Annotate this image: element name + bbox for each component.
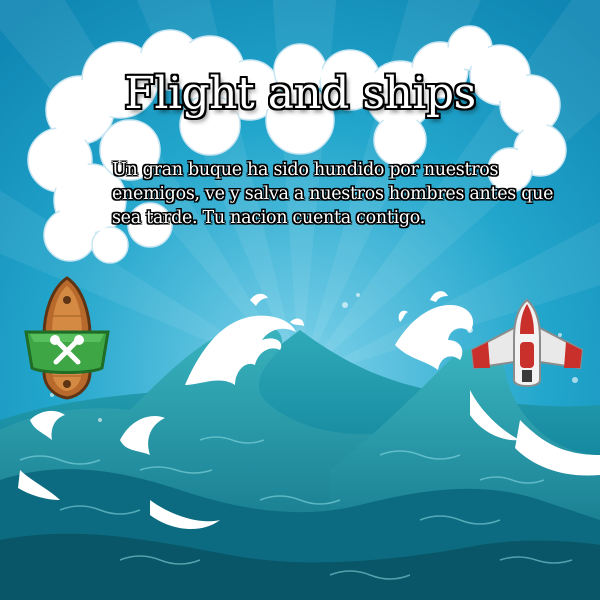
fighter-plane-icon[interactable] bbox=[468, 298, 586, 388]
game-scene: Flight and ships Un gran buque ha sido h… bbox=[0, 0, 600, 600]
game-title: Flight and ships bbox=[124, 68, 476, 119]
mission-description: Un gran buque ha sido hundido por nuestr… bbox=[112, 160, 554, 228]
pirate-ship-icon[interactable] bbox=[22, 276, 112, 400]
